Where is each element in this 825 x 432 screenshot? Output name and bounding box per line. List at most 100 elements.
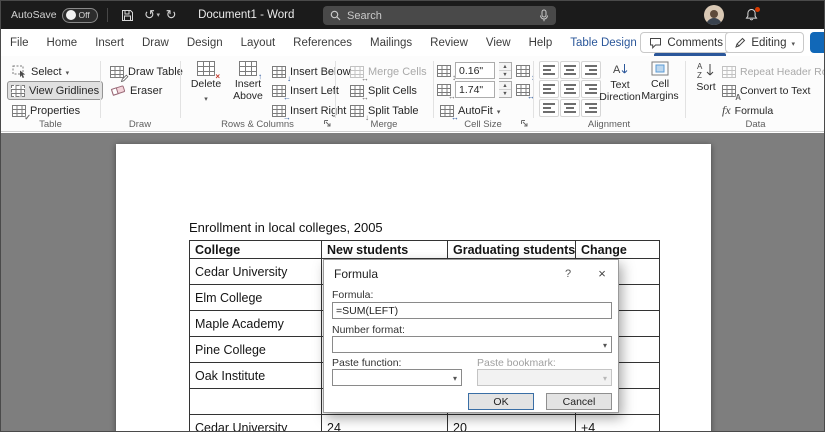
- tab-insert[interactable]: Insert: [86, 29, 133, 56]
- align-center-left-button[interactable]: [539, 80, 559, 98]
- step-down-icon[interactable]: [499, 89, 511, 97]
- sort-button[interactable]: A Z Sort: [691, 61, 721, 93]
- align-bottom-left-button[interactable]: [539, 99, 559, 117]
- header-cell-new-students[interactable]: New students: [321, 240, 448, 259]
- delete-table-icon: ×: [197, 61, 220, 81]
- tab-label: Home: [46, 36, 78, 49]
- split-cells-button[interactable]: ↔ Split Cells: [347, 81, 420, 101]
- text-direction-button[interactable]: A Text Direction: [599, 61, 641, 103]
- split-cells-label: Split Cells: [368, 84, 417, 97]
- distribute-columns-button[interactable]: ↔: [513, 80, 535, 100]
- insert-right-button[interactable]: → Insert Right: [269, 101, 349, 121]
- split-table-button[interactable]: ↓ Split Table: [347, 101, 422, 121]
- cell-margins-button[interactable]: Cell Margins: [641, 61, 679, 102]
- step-up-icon[interactable]: [499, 63, 511, 70]
- view-gridlines-button[interactable]: View Gridlines: [7, 81, 104, 100]
- cell-margins-icon: [651, 61, 669, 76]
- cell[interactable]: Oak Institute: [189, 362, 322, 389]
- align-bottom-center-button[interactable]: [560, 99, 580, 117]
- align-center-button[interactable]: [560, 80, 580, 98]
- align-bottom-right-button[interactable]: [581, 99, 601, 117]
- cell[interactable]: [189, 388, 322, 415]
- tab-label: Draw: [141, 36, 169, 49]
- step-down-icon[interactable]: [499, 70, 511, 78]
- tab-label: View: [485, 36, 511, 49]
- tab-home[interactable]: Home: [38, 29, 87, 56]
- tab-view[interactable]: View: [477, 29, 520, 56]
- column-width-control[interactable]: ↔ 1.74": [437, 80, 512, 100]
- merge-cells-label: Merge Cells: [368, 65, 427, 78]
- convert-to-text-button[interactable]: A Convert to Text: [719, 81, 813, 101]
- autofit-button[interactable]: ↔ AutoFit: [437, 101, 503, 121]
- eraser-button[interactable]: Eraser: [107, 81, 165, 100]
- tab-file[interactable]: File: [1, 29, 38, 56]
- cell[interactable]: Elm College: [189, 284, 322, 311]
- header-cell-college[interactable]: College: [189, 240, 322, 259]
- column-width-input[interactable]: 1.74": [455, 81, 495, 98]
- row-height-stepper[interactable]: [499, 62, 512, 79]
- editing-button[interactable]: Editing: [725, 32, 804, 53]
- cell[interactable]: 24: [321, 414, 448, 431]
- row-height-input[interactable]: 0.16": [455, 62, 495, 79]
- insert-left-button[interactable]: ← Insert Left: [269, 81, 342, 101]
- formula-input[interactable]: [332, 302, 612, 319]
- group-label-cell-size: Cell Size: [464, 119, 502, 130]
- cell[interactable]: Cedar University: [189, 414, 322, 431]
- save-button[interactable]: [117, 4, 139, 26]
- draw-table-button[interactable]: Draw Table: [107, 62, 186, 82]
- dialog-close-button[interactable]: ×: [592, 264, 612, 282]
- step-up-icon[interactable]: [499, 82, 511, 89]
- header-cell-graduating-students[interactable]: Graduating students: [447, 240, 576, 259]
- share-button[interactable]: [810, 32, 824, 53]
- ok-button[interactable]: OK: [468, 393, 534, 410]
- distribute-columns-icon: ↔: [516, 83, 535, 100]
- cell[interactable]: +4: [575, 414, 660, 431]
- autosave-label: AutoSave: [11, 9, 57, 21]
- tab-draw[interactable]: Draw: [133, 29, 178, 56]
- account-avatar[interactable]: [704, 5, 724, 25]
- dictate-mic-icon[interactable]: [539, 9, 549, 22]
- autosave-control[interactable]: AutoSave Off: [11, 7, 98, 23]
- tab-mailings[interactable]: Mailings: [361, 29, 421, 56]
- tab-label: Review: [430, 36, 468, 49]
- group-label-table: Table: [39, 119, 62, 130]
- formula-button[interactable]: Formula: [719, 101, 776, 120]
- align-top-center-button[interactable]: [560, 61, 580, 79]
- row-height-control[interactable]: ↕ 0.16": [437, 61, 512, 81]
- column-width-stepper[interactable]: [499, 81, 512, 98]
- insert-above-button[interactable]: ↑ Insert Above: [229, 61, 267, 102]
- cell[interactable]: Cedar University: [189, 258, 322, 285]
- tab-table-design[interactable]: Table Design: [561, 29, 645, 56]
- autosave-toggle[interactable]: Off: [61, 7, 98, 23]
- cell[interactable]: Maple Academy: [189, 310, 322, 337]
- document-heading-text[interactable]: Enrollment in local colleges, 2005: [189, 220, 383, 235]
- delete-button[interactable]: × Delete: [187, 61, 225, 104]
- align-top-left-button[interactable]: [539, 61, 559, 79]
- row-height-icon: ↕: [437, 64, 456, 81]
- cancel-button[interactable]: Cancel: [546, 393, 612, 410]
- tab-help[interactable]: Help: [520, 29, 562, 56]
- sort-az-icon: A Z: [697, 62, 714, 79]
- tab-review[interactable]: Review: [421, 29, 477, 56]
- search-box[interactable]: Search: [323, 6, 556, 25]
- distribute-rows-button[interactable]: ↕: [513, 61, 535, 81]
- paste-function-combobox[interactable]: [332, 369, 462, 386]
- number-format-combobox[interactable]: [332, 336, 612, 353]
- tab-layout[interactable]: Layout: [232, 29, 285, 56]
- redo-button[interactable]: ↻: [160, 4, 182, 26]
- properties-button[interactable]: ✓ Properties: [9, 101, 83, 121]
- tab-references[interactable]: References: [284, 29, 361, 56]
- cell[interactable]: Pine College: [189, 336, 322, 363]
- insert-below-button[interactable]: ↓ Insert Below: [269, 62, 354, 82]
- header-cell-change[interactable]: Change: [575, 240, 660, 259]
- word-window: AutoSave Off ↺ ▾ ↻ Document1 - Word Sear…: [0, 0, 825, 432]
- tab-design[interactable]: Design: [178, 29, 232, 56]
- align-center-right-button[interactable]: [581, 80, 601, 98]
- select-button[interactable]: Select: [9, 62, 72, 81]
- formula-fx-icon: [722, 103, 731, 118]
- cell[interactable]: 20: [447, 414, 576, 431]
- dialog-help-button[interactable]: ?: [560, 266, 576, 282]
- align-top-right-button[interactable]: [581, 61, 601, 79]
- ribbon-tab-row: File Home Insert Draw Design Layout Refe…: [1, 29, 824, 56]
- comments-button[interactable]: Comments: [640, 32, 732, 53]
